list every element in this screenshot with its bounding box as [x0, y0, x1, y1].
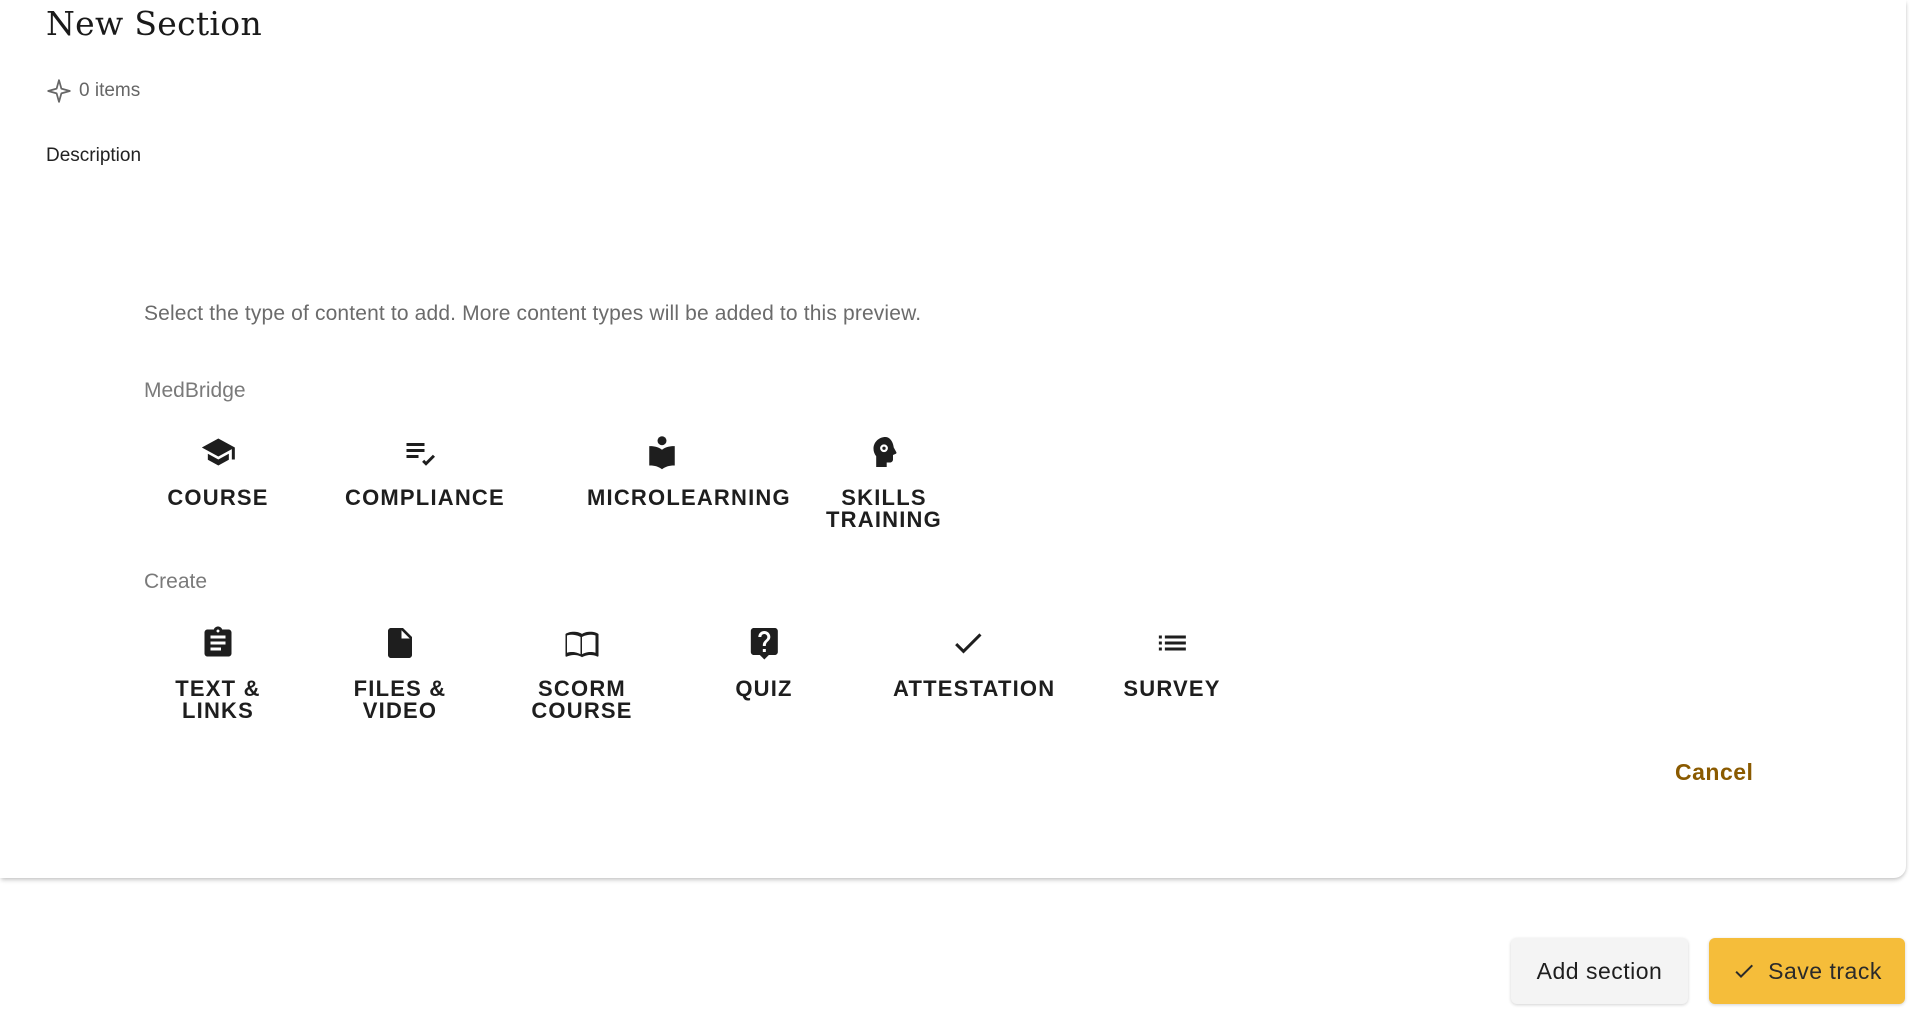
- list-icon: [1154, 625, 1190, 661]
- group-label-medbridge: MedBridge: [144, 379, 246, 402]
- save-track-button[interactable]: Save track: [1709, 938, 1905, 1004]
- description-field[interactable]: Description: [46, 145, 141, 167]
- content-type-microlearning[interactable]: MICROLEARNING: [581, 434, 791, 510]
- content-type-label: MICROLEARNING: [587, 485, 791, 510]
- clipboard-text-icon: [200, 625, 236, 661]
- content-type-label: SCORM COURSE: [531, 676, 633, 723]
- content-type-label: TEXT & LINKS: [175, 676, 261, 723]
- content-type-text-links[interactable]: TEXT & LINKS: [137, 625, 299, 722]
- content-type-quiz[interactable]: QUIZ: [729, 625, 798, 700]
- content-type-skills-training[interactable]: SKILLS TRAINING: [803, 434, 965, 531]
- content-type-scorm-course[interactable]: SCORM COURSE: [501, 625, 663, 722]
- add-section-label: Add section: [1536, 957, 1663, 984]
- group-label-create: Create: [144, 570, 208, 593]
- person-reading-icon: [644, 434, 680, 470]
- cancel-button[interactable]: Cancel: [1675, 759, 1753, 786]
- content-type-survey[interactable]: SURVEY: [1117, 625, 1226, 700]
- content-type-label: SKILLS TRAINING: [826, 485, 942, 532]
- add-section-button[interactable]: Add section: [1511, 938, 1688, 1004]
- question-bubble-icon: [746, 625, 782, 661]
- content-type-compliance[interactable]: COMPLIANCE: [339, 434, 505, 510]
- content-type-label: FILES & VIDEO: [353, 676, 447, 723]
- save-track-label: Save track: [1768, 957, 1882, 984]
- content-type-label: COURSE: [167, 485, 269, 510]
- content-type-course[interactable]: COURSE: [161, 434, 274, 509]
- items-count: 0 items: [46, 78, 140, 104]
- check-icon: [950, 625, 986, 661]
- checklist-icon: [402, 434, 438, 470]
- sparkle-icon: [46, 78, 72, 104]
- picker-instruction: Select the type of content to add. More …: [144, 302, 922, 325]
- content-type-files-video[interactable]: FILES & VIDEO: [319, 625, 481, 722]
- content-type-attestation[interactable]: ATTESTATION: [887, 625, 1056, 701]
- content-type-label: QUIZ: [735, 676, 793, 701]
- head-gear-icon: [866, 434, 902, 470]
- graduation-cap-icon: [200, 434, 236, 470]
- content-type-label: ATTESTATION: [893, 676, 1056, 701]
- content-type-label: SURVEY: [1123, 676, 1221, 701]
- check-icon: [1732, 959, 1756, 983]
- items-count-text: 0 items: [79, 80, 141, 101]
- open-book-icon: [564, 625, 600, 661]
- file-icon: [382, 625, 418, 661]
- section-card: New Section 0 items Description Select t…: [0, 0, 1906, 878]
- section-title[interactable]: New Section: [46, 4, 262, 43]
- content-type-label: COMPLIANCE: [345, 485, 505, 510]
